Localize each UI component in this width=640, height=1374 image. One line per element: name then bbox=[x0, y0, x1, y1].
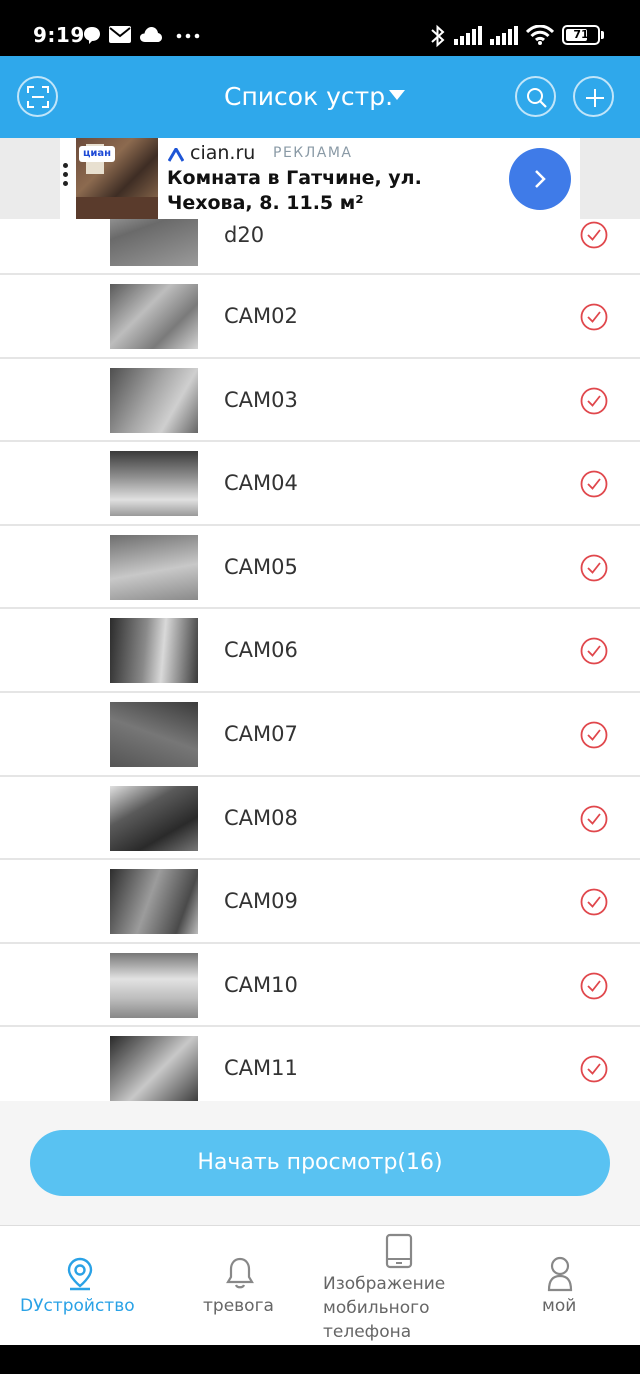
checkbox-checked-icon[interactable] bbox=[580, 1055, 608, 1083]
chat-bubble-icon bbox=[84, 27, 100, 44]
ad-image[interactable]: циан bbox=[76, 138, 158, 219]
wifi-icon bbox=[526, 25, 554, 45]
tab-device-label: DУстройство bbox=[20, 1296, 135, 1316]
device-row[interactable]: CAM09 bbox=[0, 860, 640, 944]
checkbox-checked-icon[interactable] bbox=[580, 637, 608, 665]
camera-thumbnail bbox=[110, 219, 198, 266]
device-name: CAM04 bbox=[224, 471, 298, 496]
checkbox-checked-icon[interactable] bbox=[580, 470, 608, 498]
device-name: CAM08 bbox=[224, 805, 298, 830]
camera-thumbnail bbox=[110, 534, 198, 600]
bluetooth-icon bbox=[431, 24, 445, 48]
camera-thumbnail bbox=[110, 869, 198, 935]
ad-banner[interactable]: циан cian.ru РЕКЛАМА Комната в Гатчине, … bbox=[60, 138, 580, 219]
chevron-right-icon bbox=[535, 170, 546, 188]
checkbox-checked-icon[interactable] bbox=[580, 387, 608, 415]
ad-badge: циан bbox=[79, 146, 116, 162]
device-row[interactable]: CAM03 bbox=[0, 358, 640, 443]
device-name: CAM09 bbox=[224, 889, 298, 914]
add-device-button[interactable] bbox=[573, 76, 614, 117]
scan-icon bbox=[27, 86, 49, 108]
add-icon bbox=[586, 89, 604, 107]
checkbox-checked-icon[interactable] bbox=[580, 721, 608, 749]
checkbox-checked-icon[interactable] bbox=[580, 972, 608, 1000]
tab-device[interactable]: DУстройство bbox=[0, 1226, 160, 1346]
camera-thumbnail bbox=[110, 451, 198, 517]
checkbox-checked-icon[interactable] bbox=[580, 554, 608, 582]
status-bar: 9:19 71 bbox=[0, 0, 640, 56]
search-icon bbox=[527, 88, 547, 108]
device-row[interactable]: CAM08 bbox=[0, 776, 640, 861]
camera-thumbnail bbox=[110, 1036, 198, 1101]
cloud-icon bbox=[140, 27, 162, 42]
search-button[interactable] bbox=[515, 76, 556, 117]
phone-icon bbox=[385, 1233, 413, 1269]
status-time: 9:19 bbox=[33, 23, 85, 47]
more-dots-icon bbox=[176, 33, 200, 39]
tab-profile-label: мой bbox=[542, 1296, 577, 1316]
camera-thumbnail bbox=[110, 618, 198, 684]
signal-icon bbox=[490, 26, 518, 45]
device-row[interactable]: d20 bbox=[0, 219, 640, 275]
camera-thumbnail bbox=[110, 367, 198, 433]
camera-thumbnail bbox=[110, 284, 198, 349]
checkbox-checked-icon[interactable] bbox=[580, 221, 608, 249]
signal-icon bbox=[454, 26, 482, 45]
ad-title[interactable]: Комната в Гатчине, ул. Чехова, 8. 11.5 м… bbox=[167, 166, 507, 216]
device-name: CAM03 bbox=[224, 387, 298, 412]
device-row[interactable]: CAM07 bbox=[0, 692, 640, 777]
ad-brand: cian.ru bbox=[190, 142, 256, 164]
mail-icon bbox=[109, 26, 131, 43]
device-row[interactable]: CAM05 bbox=[0, 525, 640, 610]
ad-menu-icon[interactable] bbox=[63, 163, 69, 190]
device-row[interactable]: CAM06 bbox=[0, 609, 640, 693]
device-name: d20 bbox=[224, 223, 265, 247]
camera-thumbnail bbox=[110, 785, 198, 851]
camera-thumbnail bbox=[110, 701, 198, 767]
action-area: Начать просмотр(16) bbox=[0, 1101, 640, 1225]
bell-icon bbox=[226, 1257, 254, 1289]
device-row[interactable]: CAM02 bbox=[0, 275, 640, 359]
user-icon bbox=[547, 1256, 573, 1292]
camera-thumbnail bbox=[110, 952, 198, 1018]
battery-level: 71 bbox=[573, 28, 589, 41]
scan-button[interactable] bbox=[17, 76, 58, 117]
dropdown-caret-icon[interactable] bbox=[389, 90, 405, 100]
page-title[interactable]: Список устр. bbox=[224, 82, 393, 111]
battery-icon: 71 bbox=[562, 25, 600, 45]
device-name: CAM11 bbox=[224, 1056, 298, 1081]
device-name: CAM06 bbox=[224, 638, 298, 663]
checkbox-checked-icon[interactable] bbox=[580, 303, 608, 331]
battery-tip bbox=[601, 31, 604, 39]
tab-phone-image-label: Изображение мобильного телефона bbox=[323, 1274, 446, 1342]
tab-profile[interactable]: мой bbox=[480, 1226, 640, 1346]
cian-logo-icon bbox=[168, 148, 184, 162]
ad-label: РЕКЛАМА bbox=[273, 145, 353, 161]
start-preview-button[interactable]: Начать просмотр(16) bbox=[30, 1130, 610, 1196]
location-pin-icon bbox=[67, 1257, 93, 1291]
tab-alarm[interactable]: тревога bbox=[160, 1226, 320, 1346]
bottom-nav: DУстройство тревога Изображение мобильно… bbox=[0, 1225, 640, 1345]
checkbox-checked-icon[interactable] bbox=[580, 888, 608, 916]
checkbox-checked-icon[interactable] bbox=[580, 805, 608, 833]
device-row[interactable]: CAM10 bbox=[0, 943, 640, 1028]
ad-open-button[interactable] bbox=[509, 148, 571, 210]
device-row[interactable]: CAM11 bbox=[0, 1027, 640, 1101]
device-list[interactable]: d20 CAM02 CAM03 CAM04 CAM05 CAM06 CAM07 CAM08 CA… bbox=[0, 219, 640, 1101]
app-header: Список устр. bbox=[0, 56, 640, 138]
system-nav-bar bbox=[0, 1345, 640, 1374]
device-name: CAM10 bbox=[224, 972, 298, 997]
tab-alarm-label: тревога bbox=[203, 1296, 274, 1316]
device-name: CAM05 bbox=[224, 554, 298, 579]
device-name: CAM07 bbox=[224, 721, 298, 746]
device-name: CAM02 bbox=[224, 304, 298, 328]
tab-phone-image[interactable]: Изображение мобильного телефона bbox=[320, 1226, 480, 1346]
device-row[interactable]: CAM04 bbox=[0, 442, 640, 526]
